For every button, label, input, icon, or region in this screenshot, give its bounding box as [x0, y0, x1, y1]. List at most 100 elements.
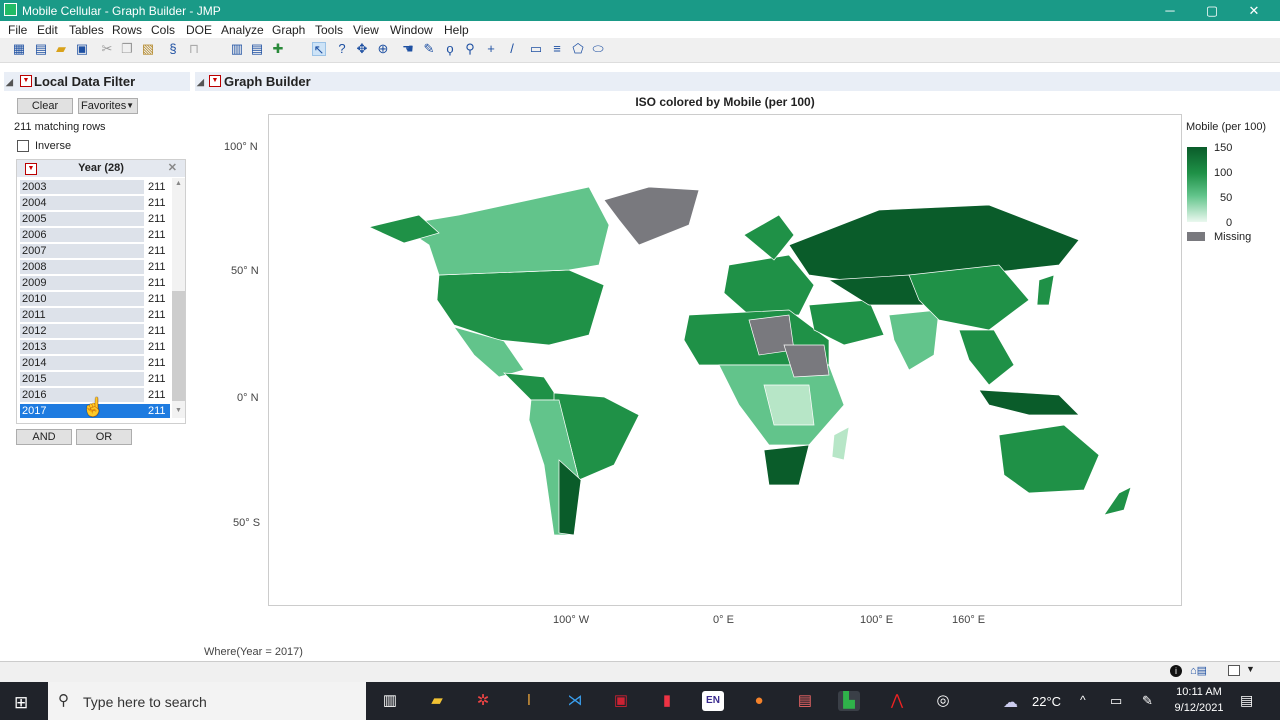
acrobat-icon[interactable]: ⋀: [886, 691, 908, 711]
app-bus-icon[interactable]: ▣: [610, 691, 632, 711]
taskbar-search-box[interactable]: ⚲ Type here to search: [48, 682, 366, 720]
year-list-item[interactable]: 2013 211: [20, 340, 170, 354]
menu-help[interactable]: Help: [444, 23, 469, 37]
year-list-item[interactable]: 2011 211: [20, 308, 170, 322]
new-data-table-icon[interactable]: ▦: [12, 42, 26, 56]
lock-icon[interactable]: ⊓: [187, 42, 201, 56]
and-button[interactable]: AND: [16, 429, 72, 445]
window-list-arrow-icon[interactable]: ▼: [1246, 664, 1255, 674]
favorites-dropdown[interactable]: Favorites ▼: [78, 98, 138, 114]
remove-filter-icon[interactable]: ✕: [168, 160, 177, 177]
lasso-tool-icon[interactable]: ϙ: [443, 42, 457, 56]
weather-cloud-icon[interactable]: ☁: [1003, 693, 1018, 711]
new-script-icon[interactable]: ▤: [34, 42, 48, 56]
notifications-icon[interactable]: ▤: [1240, 692, 1253, 709]
journal-icon[interactable]: ▤: [250, 42, 264, 56]
add-icon[interactable]: ✚: [271, 42, 285, 56]
open-folder-icon[interactable]: ▰: [54, 42, 68, 56]
scrollbar-thumb[interactable]: [172, 291, 185, 401]
graph-red-triangle-icon[interactable]: ▼: [209, 75, 221, 87]
window-list-icon[interactable]: [1228, 665, 1240, 676]
oval-tool-icon[interactable]: ⬭: [591, 42, 605, 56]
obs-icon[interactable]: ◎: [932, 691, 954, 711]
crosshair-target-icon[interactable]: ⊕: [376, 42, 390, 56]
firefox-icon[interactable]: ●: [748, 691, 770, 711]
clock-time[interactable]: 10:11 AM: [1175, 686, 1223, 698]
jmp-taskbar-icon[interactable]: ▙: [838, 691, 860, 711]
copy-icon[interactable]: ❐: [120, 42, 134, 56]
menu-graph[interactable]: Graph: [272, 23, 305, 37]
year-list-item[interactable]: 2004 211: [20, 196, 170, 210]
polygon-tool-icon[interactable]: ⬠: [571, 42, 585, 56]
year-list-item[interactable]: 2012 211: [20, 324, 170, 338]
close-button[interactable]: ✕: [1232, 0, 1276, 21]
language-en-icon[interactable]: EN: [702, 691, 724, 711]
menu-view[interactable]: View: [353, 23, 379, 37]
year-list-item[interactable]: 2006 211: [20, 228, 170, 242]
app-red-icon[interactable]: ✲: [472, 691, 494, 711]
year-list-item[interactable]: 2008 211: [20, 260, 170, 274]
script-icon[interactable]: §: [166, 42, 180, 56]
year-red-triangle-icon[interactable]: ▼: [25, 163, 37, 175]
selection-tool-icon[interactable]: ✥: [355, 42, 369, 56]
battery-icon[interactable]: ▭: [1110, 693, 1122, 709]
line-shape-tool-icon[interactable]: ≡: [550, 42, 564, 56]
legend-tick-100: 100: [1214, 167, 1233, 179]
minimize-button[interactable]: ─: [1148, 0, 1192, 21]
menu-tools[interactable]: Tools: [315, 23, 343, 37]
tray-chevron-icon[interactable]: ^: [1080, 693, 1086, 707]
menu-edit[interactable]: Edit: [37, 23, 58, 37]
menu-rows[interactable]: Rows: [112, 23, 142, 37]
annotate-tool-icon[interactable]: ▭: [529, 42, 543, 56]
app-doc-icon[interactable]: ▤: [794, 691, 816, 711]
graph-collapse-triangle-icon[interactable]: ◢: [197, 77, 204, 88]
year-list-item[interactable]: 2003 211: [20, 180, 170, 194]
menu-cols[interactable]: Cols: [151, 23, 175, 37]
crosshair-tool-icon[interactable]: +: [484, 42, 498, 56]
menu-analyze[interactable]: Analyze: [221, 23, 264, 37]
maximize-button[interactable]: ▢: [1190, 0, 1234, 21]
menu-file[interactable]: File: [8, 23, 27, 37]
year-list-item[interactable]: 2005 211: [20, 212, 170, 226]
app-pen-icon[interactable]: ǀ: [518, 691, 540, 711]
cut-icon[interactable]: ✂: [100, 42, 114, 56]
magnifier-tool-icon[interactable]: ⚲: [463, 42, 477, 56]
arrow-tool-icon[interactable]: ↖: [312, 42, 326, 57]
help-tool-icon[interactable]: ?: [335, 42, 349, 56]
inverse-checkbox[interactable]: [17, 140, 29, 152]
clear-button[interactable]: Clear: [17, 98, 73, 114]
menu-tables[interactable]: Tables: [69, 23, 104, 37]
menu-doe[interactable]: DOE: [186, 23, 212, 37]
report-icon[interactable]: ▥: [230, 42, 244, 56]
line-tool-icon[interactable]: /: [505, 42, 519, 56]
year-list-item[interactable]: 2015 211: [20, 372, 170, 386]
pen-icon[interactable]: ✎: [1142, 693, 1153, 709]
year-list-item[interactable]: 2010 211: [20, 292, 170, 306]
collapse-triangle-icon[interactable]: ◢: [6, 77, 13, 88]
paste-icon[interactable]: ▧: [141, 42, 155, 56]
menu-window[interactable]: Window: [390, 23, 433, 37]
country-central-america: [503, 372, 560, 401]
task-view-icon[interactable]: ▥: [379, 691, 401, 711]
scroll-down-icon[interactable]: ▼: [175, 407, 182, 414]
year-list-scrollbar[interactable]: ▲ ▼: [172, 178, 185, 418]
brush-tool-icon[interactable]: ✎: [422, 42, 436, 56]
or-button[interactable]: OR: [76, 429, 132, 445]
office-icon[interactable]: ▮: [656, 691, 678, 711]
filter-red-triangle-icon[interactable]: ▼: [20, 75, 32, 87]
windows-start-icon[interactable]: ⊞: [14, 693, 28, 713]
legend-tick-150: 150: [1214, 142, 1233, 154]
scroll-up-icon[interactable]: ▲: [175, 180, 182, 187]
clock-date[interactable]: 9/12/2021: [1172, 702, 1226, 714]
file-explorer-icon[interactable]: ▰: [426, 691, 448, 711]
vscode-icon[interactable]: ⋊: [564, 691, 586, 711]
weather-temp[interactable]: 22°C: [1032, 694, 1061, 709]
info-icon[interactable]: i: [1170, 665, 1182, 677]
home-window-icon[interactable]: ⌂▤: [1190, 664, 1207, 677]
hand-tool-icon[interactable]: ☚: [401, 42, 415, 56]
save-icon[interactable]: ▣: [75, 42, 89, 56]
year-list-item[interactable]: 2007 211: [20, 244, 170, 258]
year-list-item[interactable]: 2014 211: [20, 356, 170, 370]
year-list-item[interactable]: 2009 211: [20, 276, 170, 290]
map-plot-area[interactable]: [268, 114, 1182, 606]
